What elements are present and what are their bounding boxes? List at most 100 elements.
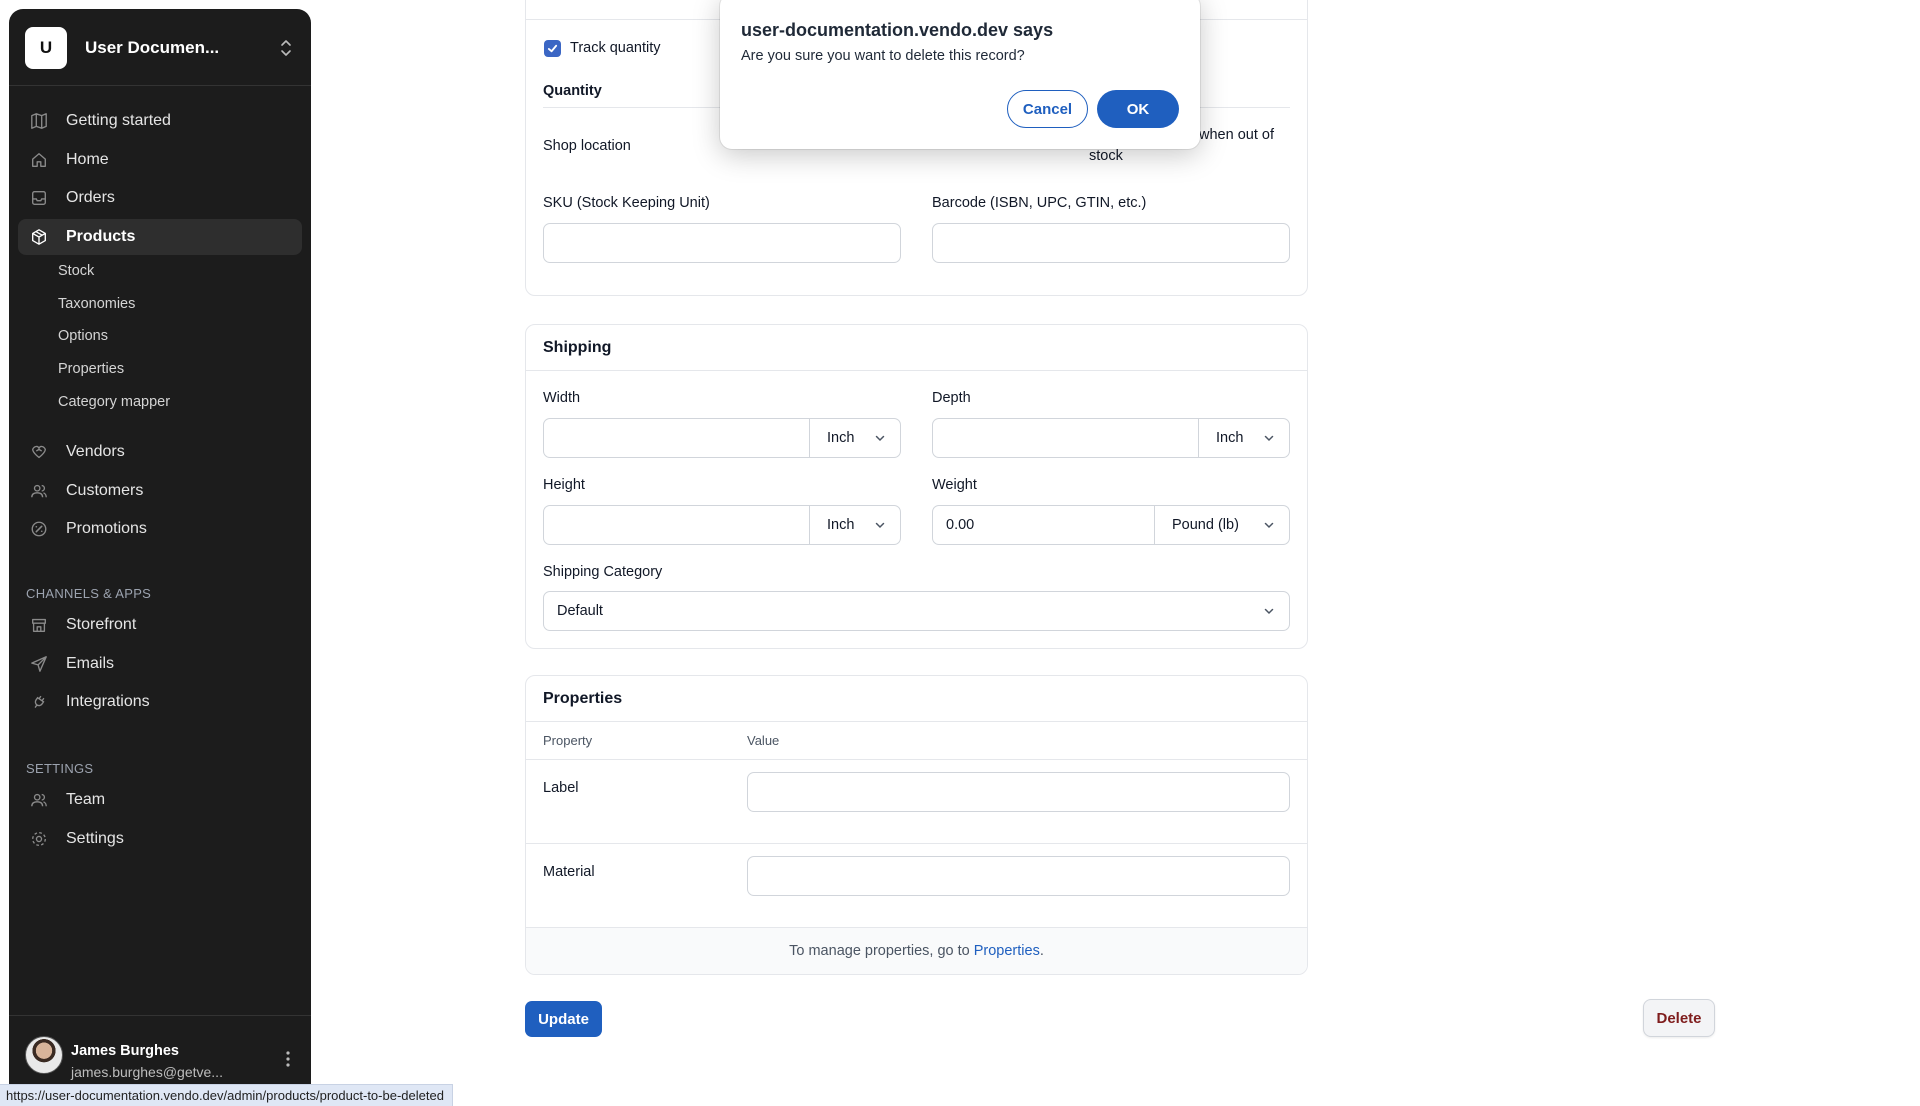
nav-item-settings[interactable]: Settings bbox=[18, 821, 302, 857]
weight-input[interactable]: 0.00 Pound (lb) bbox=[932, 505, 1290, 545]
weight-unit-select[interactable]: Pound (lb) bbox=[1154, 506, 1289, 544]
nav-item-storefront[interactable]: Storefront bbox=[18, 607, 302, 643]
table-divider bbox=[526, 759, 1307, 760]
kebab-menu-icon[interactable] bbox=[285, 1050, 291, 1068]
height-unit-select[interactable]: Inch bbox=[809, 506, 900, 544]
nav-item-home[interactable]: Home bbox=[18, 142, 302, 178]
sku-input[interactable] bbox=[543, 223, 901, 263]
depth-unit-select[interactable]: Inch bbox=[1198, 419, 1289, 457]
users-icon bbox=[31, 484, 47, 497]
nav-item-integrations[interactable]: Integrations bbox=[18, 684, 302, 720]
nav-item-getting-started[interactable]: Getting started bbox=[18, 103, 302, 139]
dialog-ok-button[interactable]: OK bbox=[1097, 90, 1179, 128]
footer-text: To manage properties, go to bbox=[789, 943, 974, 959]
column-header-value: Value bbox=[747, 733, 780, 748]
nav-label: Home bbox=[66, 150, 109, 168]
settings-nav: Team Settings bbox=[18, 782, 302, 859]
dialog-message: Are you sure you want to delete this rec… bbox=[741, 48, 1025, 64]
property-name: Label bbox=[543, 780, 579, 796]
section-label-settings: SETTINGS bbox=[26, 761, 94, 776]
shipping-card: Shipping Width Inch Depth Inch Height In… bbox=[525, 324, 1308, 649]
nav-item-promotions[interactable]: Promotions bbox=[18, 511, 302, 547]
nav-label: Vendors bbox=[66, 443, 125, 460]
height-input[interactable]: Inch bbox=[543, 505, 901, 545]
width-unit-label: Inch bbox=[827, 430, 855, 446]
nav-label: Settings bbox=[66, 829, 124, 847]
confirm-dialog: user-documentation.vendo.dev says Are yo… bbox=[720, 0, 1200, 149]
dialog-cancel-button[interactable]: Cancel bbox=[1007, 90, 1088, 128]
sub-item-stock[interactable]: Stock bbox=[9, 255, 311, 288]
property-name: Material bbox=[543, 864, 595, 880]
plug-icon bbox=[34, 696, 45, 709]
status-bar-url: https://user-documentation.vendo.dev/adm… bbox=[0, 1084, 453, 1106]
chevron-down-icon bbox=[1264, 435, 1274, 442]
chevron-up-down-icon bbox=[281, 40, 291, 56]
footer-end: . bbox=[1039, 943, 1044, 959]
chevron-down-icon bbox=[875, 522, 885, 529]
backorder-text-2: stock bbox=[1089, 148, 1123, 164]
main-nav: Getting started Home Orders Products bbox=[18, 103, 302, 257]
chevron-down-icon bbox=[1264, 522, 1274, 529]
weight-label: Weight bbox=[932, 477, 977, 493]
weight-unit-label: Pound (lb) bbox=[1172, 517, 1239, 533]
properties-link[interactable]: Properties bbox=[974, 943, 1040, 959]
dialog-title: user-documentation.vendo.dev says bbox=[741, 20, 1054, 40]
depth-label: Depth bbox=[932, 390, 971, 406]
delete-button[interactable]: Delete bbox=[1643, 999, 1715, 1037]
barcode-input[interactable] bbox=[932, 223, 1290, 263]
gear-icon bbox=[32, 831, 46, 846]
store-switcher[interactable]: U User Documen... bbox=[25, 25, 295, 71]
nav-label: Emails bbox=[66, 654, 115, 672]
sub-item-category-mapper[interactable]: Category mapper bbox=[9, 385, 311, 418]
section-label-channels: CHANNELS & APPS bbox=[26, 586, 152, 601]
update-button[interactable]: Update bbox=[525, 1001, 602, 1037]
user-email: james.burghes@getve... bbox=[71, 1064, 223, 1080]
shipping-category-select[interactable]: Default bbox=[543, 591, 1290, 631]
nav-item-team[interactable]: Team bbox=[18, 782, 302, 818]
home-icon bbox=[32, 152, 46, 167]
nav-label: Customers bbox=[66, 481, 144, 499]
height-unit-label: Inch bbox=[827, 517, 855, 533]
nav-label: Integrations bbox=[66, 693, 150, 711]
quantity-heading: Quantity bbox=[543, 83, 602, 99]
sub-item-taxonomies[interactable]: Taxonomies bbox=[9, 288, 311, 321]
property-value-input[interactable] bbox=[747, 856, 1290, 896]
properties-title: Properties bbox=[526, 676, 1307, 722]
width-label: Width bbox=[543, 390, 581, 406]
properties-card: Properties Property Value Label Material… bbox=[525, 675, 1308, 975]
property-value-input[interactable] bbox=[747, 772, 1290, 812]
nav-label: Storefront bbox=[66, 616, 137, 633]
products-submenu: Stock Taxonomies Options Properties Cate… bbox=[9, 255, 311, 418]
avatar bbox=[25, 1036, 63, 1074]
store-avatar: U bbox=[25, 27, 67, 69]
weight-value: 0.00 bbox=[946, 517, 975, 533]
depth-input[interactable]: Inch bbox=[932, 418, 1290, 458]
row-divider bbox=[526, 843, 1307, 844]
nav-item-customers[interactable]: Customers bbox=[18, 473, 302, 509]
column-header-property: Property bbox=[543, 733, 593, 748]
height-label: Height bbox=[543, 477, 585, 493]
shop-location-label: Shop location bbox=[543, 138, 631, 154]
nav-label: Getting started bbox=[66, 112, 171, 129]
chevron-down-icon bbox=[1264, 608, 1274, 615]
width-unit-select[interactable]: Inch bbox=[809, 419, 900, 457]
nav-item-products[interactable]: Products bbox=[18, 218, 302, 255]
nav-item-emails[interactable]: Emails bbox=[18, 646, 302, 682]
nav-item-vendors[interactable]: Vendors bbox=[18, 434, 302, 470]
chevron-down-icon bbox=[875, 435, 885, 442]
nav-label: Products bbox=[66, 227, 136, 245]
shipping-category-label: Shipping Category bbox=[543, 564, 663, 580]
sku-label: SKU (Stock Keeping Unit) bbox=[543, 195, 710, 211]
storefront-icon bbox=[32, 618, 46, 632]
discount-icon bbox=[31, 521, 47, 537]
sub-item-properties[interactable]: Properties bbox=[9, 353, 311, 386]
track-quantity-checkbox[interactable] bbox=[544, 40, 561, 57]
nav-item-orders[interactable]: Orders bbox=[18, 180, 302, 216]
sub-item-options[interactable]: Options bbox=[9, 320, 311, 353]
shipping-category-value: Default bbox=[557, 603, 603, 619]
user-name: James Burghes bbox=[71, 1043, 179, 1059]
properties-footer: To manage properties, go to Properties. bbox=[526, 927, 1307, 974]
backorder-text: when out of bbox=[1199, 127, 1274, 143]
shipping-title: Shipping bbox=[526, 325, 1307, 371]
width-input[interactable]: Inch bbox=[543, 418, 901, 458]
